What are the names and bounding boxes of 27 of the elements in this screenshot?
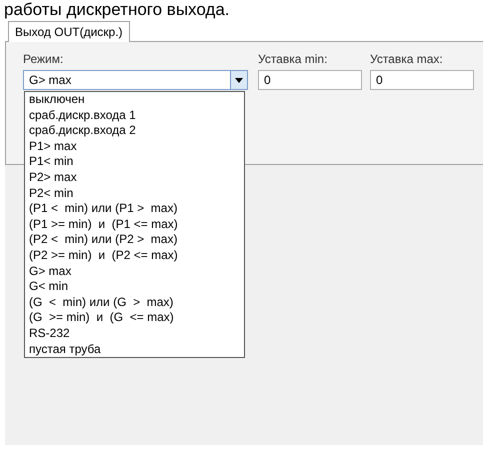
dropdown-option[interactable]: сраб.дискр.входа 1 bbox=[25, 108, 244, 124]
dropdown-option[interactable]: RS-232 bbox=[25, 326, 244, 342]
dropdown-option[interactable]: (P2 >= min) и (P2 <= max) bbox=[25, 248, 244, 264]
caret-icon bbox=[235, 78, 243, 82]
dropdown-option[interactable]: (G >= min) и (G <= max) bbox=[25, 310, 244, 326]
field-label: Уставка min: bbox=[258, 52, 328, 66]
dropdown-option[interactable]: P1> max bbox=[25, 138, 244, 154]
dropdown-option[interactable]: (P1 < min) или (P1 > max) bbox=[25, 201, 244, 217]
dropdown-option[interactable]: G> max bbox=[25, 264, 244, 280]
dropdown-option[interactable]: пустая труба bbox=[25, 342, 244, 358]
dropdown-option[interactable]: P2< min bbox=[25, 186, 244, 202]
dropdown-option[interactable]: G< min bbox=[25, 279, 244, 295]
field-label: Режим: bbox=[23, 52, 64, 66]
dropdown-option[interactable]: (P2 < min) или (P2 > max) bbox=[25, 232, 244, 248]
dropdown-option[interactable]: P2> max bbox=[25, 170, 244, 186]
dropdown-option[interactable]: сраб.дискр.входа 2 bbox=[25, 123, 244, 139]
heading-text: работы дискретного выхода. bbox=[3, 0, 231, 20]
dropdown-option[interactable]: P1< min bbox=[25, 154, 244, 170]
mode-dropdown[interactable]: G> max bbox=[23, 70, 248, 90]
dropdown-option[interactable]: (G < min) или (G > max) bbox=[25, 294, 244, 310]
dropdown-option[interactable]: выключен bbox=[25, 92, 244, 108]
dropdown-button[interactable] bbox=[230, 71, 247, 89]
dropdown-option[interactable]: (P1 >= min) и (P1 <= max) bbox=[25, 216, 244, 232]
field-label: Уставка max: bbox=[370, 52, 444, 66]
input-field[interactable]: 0 bbox=[258, 70, 362, 90]
tab[interactable]: Выход OUT(дискр.) bbox=[8, 21, 130, 42]
input-field[interactable]: 0 bbox=[370, 70, 474, 90]
